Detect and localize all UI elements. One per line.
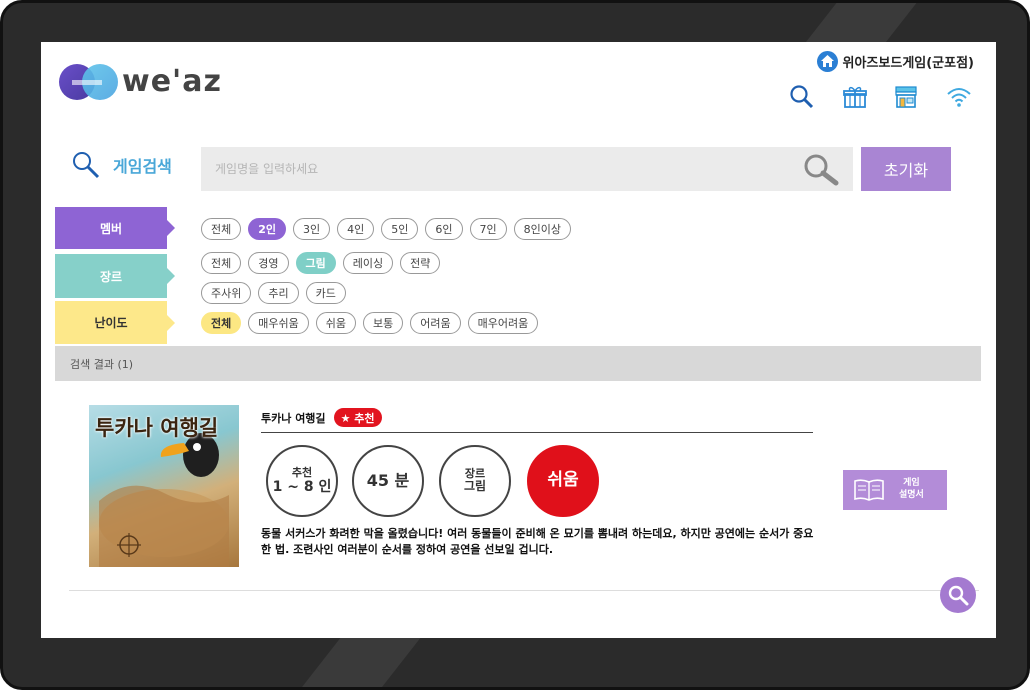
game-cover-title: 투카나 여행길 xyxy=(95,416,219,440)
genre-chips: 전체 경영 그림 레이싱 전략 주사위 추리 카드 xyxy=(201,252,481,304)
result-divider xyxy=(69,590,979,591)
filter-label-genre-text: 장르 xyxy=(99,269,123,284)
recommended-badge: ★ 추천 xyxy=(333,408,382,427)
playtime-value: 45 분 xyxy=(366,470,410,490)
brand-logo-mark-icon xyxy=(59,64,118,100)
chip-genre-business[interactable]: 경영 xyxy=(248,252,289,274)
chip-genre-card[interactable]: 카드 xyxy=(305,282,346,304)
players-value: 1 ~ 8 인 xyxy=(272,479,332,496)
game-manual-button[interactable]: 게임 설명서 xyxy=(843,470,947,510)
chip-members-5[interactable]: 5인 xyxy=(381,218,419,240)
playtime-circle: 45 분 xyxy=(352,445,424,517)
tablet-frame: we'az 위아즈보드게임(군포점) 게임검색 게임명을 입력하세요 초기화 멤… xyxy=(0,0,1030,690)
chip-difficulty-hard[interactable]: 어려움 xyxy=(410,312,461,334)
search-icon[interactable] xyxy=(789,84,815,110)
manual-label-line1: 게임 xyxy=(903,478,920,489)
filter-arrow xyxy=(167,268,175,284)
chip-genre-mystery[interactable]: 추리 xyxy=(258,282,299,304)
chip-members-3[interactable]: 3인 xyxy=(293,218,331,240)
filter-label-difficulty: 난이도 xyxy=(55,301,175,344)
difficulty-value: 쉬움 xyxy=(547,470,579,491)
members-chips: 전체 2인 3인 4인 5인 6인 7인 8인이상 xyxy=(201,218,572,240)
store-icon[interactable] xyxy=(893,84,919,110)
filter-arrow xyxy=(167,220,175,236)
game-description: 동물 서커스가 화려한 막을 올렸습니다! 여러 동물들이 준비해 온 묘기를 … xyxy=(261,527,814,556)
search-label-icon xyxy=(73,152,100,179)
brand-logo[interactable]: we'az xyxy=(58,62,233,102)
game-title-row: 투카나 여행길 ★ 추천 xyxy=(261,408,382,427)
result-count-bar: 검색 결과 (1) xyxy=(55,346,981,381)
game-title[interactable]: 투카나 여행길 xyxy=(261,410,326,426)
store-name: 위아즈보드게임(군포점) xyxy=(842,55,974,71)
chip-genre-dice[interactable]: 주사위 xyxy=(201,282,252,304)
game-search-label: 게임검색 xyxy=(71,150,172,180)
chip-difficulty-very-easy[interactable]: 매우쉬움 xyxy=(248,312,309,334)
chip-members-8plus[interactable]: 8인이상 xyxy=(513,218,572,240)
filter-label-genre: 장르 xyxy=(55,254,175,298)
chip-members-2[interactable]: 2인 xyxy=(248,218,287,240)
players-label: 추천 xyxy=(291,465,313,479)
search-submit-icon[interactable] xyxy=(801,152,841,186)
difficulty-circle: 쉬움 xyxy=(527,445,599,517)
genre-circle: 장르 그림 xyxy=(439,445,511,517)
gift-icon[interactable] xyxy=(842,84,868,110)
book-icon xyxy=(854,479,884,501)
filter-label-members: 멤버 xyxy=(55,207,175,249)
game-cover-image[interactable]: 투카나 여행길 xyxy=(89,405,239,567)
genre-value: 그림 xyxy=(463,479,487,494)
chip-members-4[interactable]: 4인 xyxy=(337,218,375,240)
chip-members-all[interactable]: 전체 xyxy=(201,218,242,240)
difficulty-chips: 전체 매우쉬움 쉬움 보통 어려움 매우어려움 xyxy=(201,312,539,334)
players-circle: 추천 1 ~ 8 인 xyxy=(266,445,338,517)
reset-button[interactable]: 초기화 xyxy=(861,147,951,191)
game-search-title: 게임검색 xyxy=(113,157,172,176)
filter-arrow xyxy=(167,314,175,331)
manual-label-line2: 설명서 xyxy=(899,490,924,500)
wifi-icon[interactable] xyxy=(946,84,972,110)
app-screen: we'az 위아즈보드게임(군포점) 게임검색 게임명을 입력하세요 초기화 멤… xyxy=(41,42,996,638)
title-divider xyxy=(261,432,813,433)
chip-genre-racing[interactable]: 레이싱 xyxy=(342,252,394,274)
store-label[interactable]: 위아즈보드게임(군포점) xyxy=(816,50,974,72)
chip-difficulty-all[interactable]: 전체 xyxy=(201,312,242,334)
home-icon xyxy=(816,50,838,72)
game-search-input[interactable] xyxy=(201,147,853,191)
chip-difficulty-very-hard[interactable]: 매우어려움 xyxy=(467,312,539,334)
filter-label-difficulty-text: 난이도 xyxy=(94,316,128,330)
chip-members-6[interactable]: 6인 xyxy=(425,218,463,240)
chip-genre-drawing[interactable]: 그림 xyxy=(295,252,336,274)
chip-difficulty-normal[interactable]: 보통 xyxy=(362,312,404,334)
chip-members-7[interactable]: 7인 xyxy=(469,218,507,240)
search-icon xyxy=(948,585,969,606)
brand-logo-text: we'az xyxy=(122,64,222,99)
chip-genre-strategy[interactable]: 전략 xyxy=(400,252,441,274)
filter-label-members-text: 멤버 xyxy=(99,221,123,236)
chip-genre-all[interactable]: 전체 xyxy=(201,252,242,274)
manual-label: 게임 설명서 xyxy=(899,478,924,501)
floating-search-button[interactable] xyxy=(940,577,976,613)
chip-difficulty-easy[interactable]: 쉬움 xyxy=(315,312,356,334)
